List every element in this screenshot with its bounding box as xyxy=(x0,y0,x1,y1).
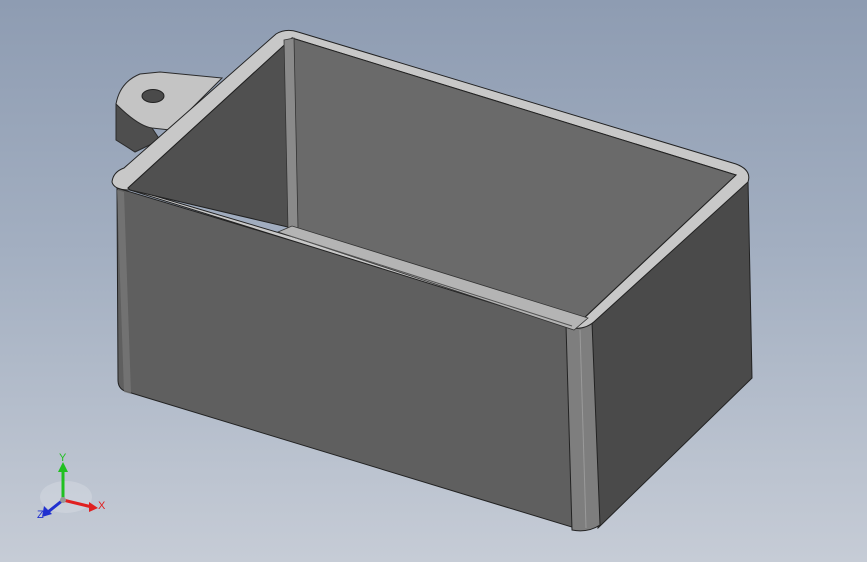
3d-viewport[interactable]: Y X Z xyxy=(0,0,867,562)
triad-origin xyxy=(60,497,66,503)
model-canvas[interactable]: Y X Z xyxy=(0,0,867,562)
coordinate-triad: Y X Z xyxy=(37,452,106,521)
triad-base xyxy=(40,481,92,513)
triad-z-label: Z xyxy=(37,509,44,521)
triad-x-label: X xyxy=(98,500,106,512)
triad-y-label: Y xyxy=(59,452,67,464)
left-tab-hole xyxy=(141,89,165,103)
triad-x-arrow xyxy=(89,502,98,512)
